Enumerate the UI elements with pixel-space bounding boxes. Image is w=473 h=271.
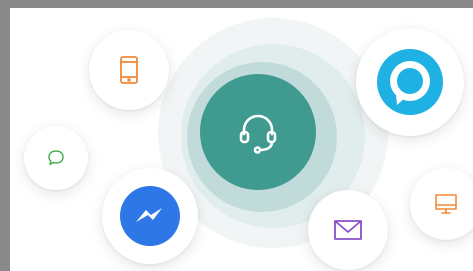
desktop-channel[interactable]: [410, 168, 473, 240]
desktop-icon: [434, 192, 458, 216]
alexa-icon: [375, 47, 445, 117]
envelope-icon: [333, 219, 363, 241]
phone-icon: [118, 55, 140, 85]
headset-icon: [232, 106, 284, 158]
chat-channel[interactable]: [24, 126, 88, 190]
alexa-channel[interactable]: [356, 28, 464, 136]
messenger-icon: [120, 186, 180, 246]
phone-channel[interactable]: [89, 30, 169, 110]
email-channel[interactable]: [308, 190, 388, 270]
channels-illustration: [10, 8, 473, 271]
chat-bubble-icon: [46, 148, 66, 168]
support-hub: [200, 74, 316, 190]
messenger-channel[interactable]: [102, 168, 198, 264]
